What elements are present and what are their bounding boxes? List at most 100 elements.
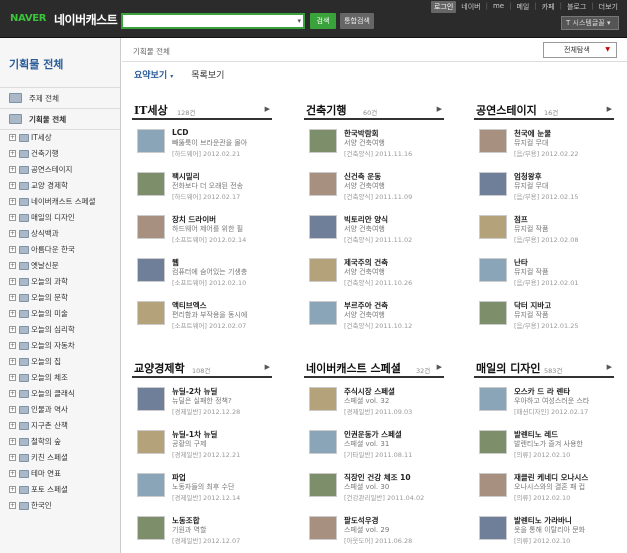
article-thumbnail[interactable] <box>309 215 337 239</box>
section-title[interactable]: 교양경제학 <box>134 360 185 376</box>
login-link[interactable]: 로그인 <box>430 1 457 13</box>
sidebar-item[interactable]: + 철학의 숲 <box>0 434 120 450</box>
article-thumbnail[interactable] <box>479 516 507 540</box>
arrow-right-icon[interactable]: ▶ <box>437 105 442 113</box>
nav-mail[interactable]: 메일 <box>513 1 532 13</box>
section-title[interactable]: IT세상 <box>134 102 168 118</box>
expand-icon[interactable]: + <box>9 278 16 285</box>
article-item[interactable]: 발렌티노 가라바니 옷을 통해 이탈리아 문화 [의류] 2012.02.10 <box>474 507 614 550</box>
search-dropdown-icon[interactable]: ▾ <box>297 17 301 25</box>
tab-list[interactable]: 목록보기 <box>191 68 224 81</box>
article-item[interactable]: 팔도석우경 스페셜 vol. 29 [아웃도어] 2011.06.28 <box>304 507 444 550</box>
section-title[interactable]: 공연스테이지 <box>476 102 537 118</box>
naver-logo[interactable]: NAVER <box>10 13 47 24</box>
article-thumbnail[interactable] <box>137 301 165 325</box>
sidebar-item[interactable]: + 오늘의 자동차 <box>0 338 120 354</box>
article-item[interactable]: 인권운동가 스페셜 스페셜 vol. 31 [기타일반] 2011.08.11 <box>304 421 444 464</box>
article-item[interactable]: 제국주의 건축 서양 건축여행 [건축양식] 2011.10.26 <box>304 249 444 292</box>
nav-more[interactable]: 더보기 <box>596 1 621 13</box>
article-item[interactable]: 엄청왕후 뮤지컬 무대 [음/무용] 2012.02.15 <box>474 163 614 206</box>
article-thumbnail[interactable] <box>309 129 337 153</box>
section-title[interactable]: 건축기행 <box>306 102 346 118</box>
article-thumbnail[interactable] <box>309 473 337 497</box>
sidebar-item[interactable]: + 옛날신문 <box>0 258 120 274</box>
article-thumbnail[interactable] <box>479 129 507 153</box>
system-font-menu[interactable]: T 시스템글꼴 ▾ <box>561 16 619 30</box>
arrow-right-icon[interactable]: ▶ <box>265 105 270 113</box>
expand-icon[interactable]: + <box>9 198 16 205</box>
article-item[interactable]: 난타 뮤지컬 작품 [음/무용] 2012.02.01 <box>474 249 614 292</box>
expand-icon[interactable]: + <box>9 406 16 413</box>
article-thumbnail[interactable] <box>309 301 337 325</box>
article-item[interactable]: 점프 뮤지컬 작품 [음/무용] 2012.02.08 <box>474 206 614 249</box>
article-thumbnail[interactable] <box>479 387 507 411</box>
sidebar-item-all-series[interactable]: 기획물 전체 <box>0 109 120 130</box>
search-input[interactable] <box>123 15 293 27</box>
article-thumbnail[interactable] <box>479 430 507 454</box>
arrow-right-icon[interactable]: ▶ <box>607 363 612 371</box>
expand-icon[interactable]: + <box>9 150 16 157</box>
article-thumbnail[interactable] <box>309 387 337 411</box>
expand-icon[interactable]: + <box>9 166 16 173</box>
sidebar-item[interactable]: + 네이버캐스트 스페셜 <box>0 194 120 210</box>
article-item[interactable]: 발렌티노 레드 발렌티노가 즐겨 사용한 [의류] 2012.02.10 <box>474 421 614 464</box>
article-item[interactable]: 오스카 드 라 렌타 우아하고 여성스러운 스타 [패션디자인] 2012.02.1… <box>474 378 614 421</box>
article-thumbnail[interactable] <box>137 215 165 239</box>
sidebar-item[interactable]: + 아름다운 한국 <box>0 242 120 258</box>
article-thumbnail[interactable] <box>479 301 507 325</box>
expand-icon[interactable]: + <box>9 262 16 269</box>
article-item[interactable]: 액티브엑스 편리함과 부작용을 동시에 [소프트웨어] 2012.02.07 <box>132 292 272 335</box>
article-item[interactable]: 노동조합 기원과 역할 [경제일반] 2012.12.07 <box>132 507 272 550</box>
article-item[interactable]: 천국에 눈물 뮤지컬 무대 [음/무용] 2012.02.22 <box>474 120 614 163</box>
tab-summary[interactable]: 요약보기 ▾ <box>134 68 173 81</box>
expand-icon[interactable]: + <box>9 342 16 349</box>
expand-icon[interactable]: + <box>9 230 16 237</box>
sidebar-item[interactable]: + 오늘의 과학 <box>0 274 120 290</box>
nav-me[interactable]: me <box>490 1 507 13</box>
arrow-right-icon[interactable]: ▶ <box>437 363 442 371</box>
article-title[interactable]: LCD <box>172 128 189 137</box>
expand-icon[interactable]: + <box>9 134 16 141</box>
nav-naver[interactable]: 네이버 <box>458 1 483 13</box>
expand-icon[interactable]: + <box>9 390 16 397</box>
expand-icon[interactable]: + <box>9 214 16 221</box>
article-item[interactable]: 직장인 건강 체조 10 스페셜 vol. 30 [건강관리일반] 2011.04.… <box>304 464 444 507</box>
expand-icon[interactable]: + <box>9 438 16 445</box>
expand-icon[interactable]: + <box>9 422 16 429</box>
section-title[interactable]: 네이버캐스트 스페셜 <box>306 360 401 376</box>
article-thumbnail[interactable] <box>479 172 507 196</box>
article-item[interactable]: 한국박람회 서양 건축여행 [건축양식] 2011.11.16 <box>304 120 444 163</box>
expand-icon[interactable]: + <box>9 358 16 365</box>
expand-icon[interactable]: + <box>9 182 16 189</box>
article-thumbnail[interactable] <box>479 215 507 239</box>
expand-icon[interactable]: + <box>9 326 16 333</box>
article-thumbnail[interactable] <box>137 473 165 497</box>
article-thumbnail[interactable] <box>137 129 165 153</box>
article-item[interactable]: 뉴딜-1차 뉴딜 공황의 구제 [경제일반] 2012.12.21 <box>132 421 272 464</box>
sidebar-item[interactable]: + 상식백과 <box>0 226 120 242</box>
arrow-right-icon[interactable]: ▶ <box>265 363 270 371</box>
sidebar-item[interactable]: + 오늘의 클래식 <box>0 386 120 402</box>
expand-icon[interactable]: + <box>9 470 16 477</box>
article-thumbnail[interactable] <box>137 258 165 282</box>
expand-icon[interactable]: + <box>9 310 16 317</box>
sidebar-item[interactable]: + 건축기행 <box>0 146 120 162</box>
all-search-button[interactable]: 통합검색 <box>340 13 374 29</box>
article-item[interactable]: 파업 노동자들의 최후 수단 [경제일반] 2012.12.14 <box>132 464 272 507</box>
article-thumbnail[interactable] <box>479 473 507 497</box>
sidebar-item[interactable]: + 오늘의 심리학 <box>0 322 120 338</box>
sidebar-item[interactable]: + 교양 경제학 <box>0 178 120 194</box>
sidebar-item[interactable]: + 키친 스페셜 <box>0 450 120 466</box>
expand-icon[interactable]: + <box>9 486 16 493</box>
filter-dropdown[interactable]: 전체탐색 ▼ <box>543 42 617 58</box>
sidebar-item[interactable]: + 매일의 디자인 <box>0 210 120 226</box>
sidebar-item[interactable]: + 인물과 역사 <box>0 402 120 418</box>
article-thumbnail[interactable] <box>137 387 165 411</box>
sidebar-item[interactable]: + 지구촌 산책 <box>0 418 120 434</box>
article-item[interactable]: LCD 빼뚫룩이 브라운관을 몰아 [하드웨어] 2012.02.21 <box>132 120 272 163</box>
nav-blog[interactable]: 블로그 <box>564 1 589 13</box>
article-item[interactable]: 닥터 지바고 뮤지컬 작품 [음/무용] 2012.01.25 <box>474 292 614 335</box>
sidebar-item[interactable]: + 오늘의 집 <box>0 354 120 370</box>
article-thumbnail[interactable] <box>137 516 165 540</box>
article-item[interactable]: 주식시장 스페셜 스페셜 vol. 32 [경제일반] 2011.09.03 <box>304 378 444 421</box>
